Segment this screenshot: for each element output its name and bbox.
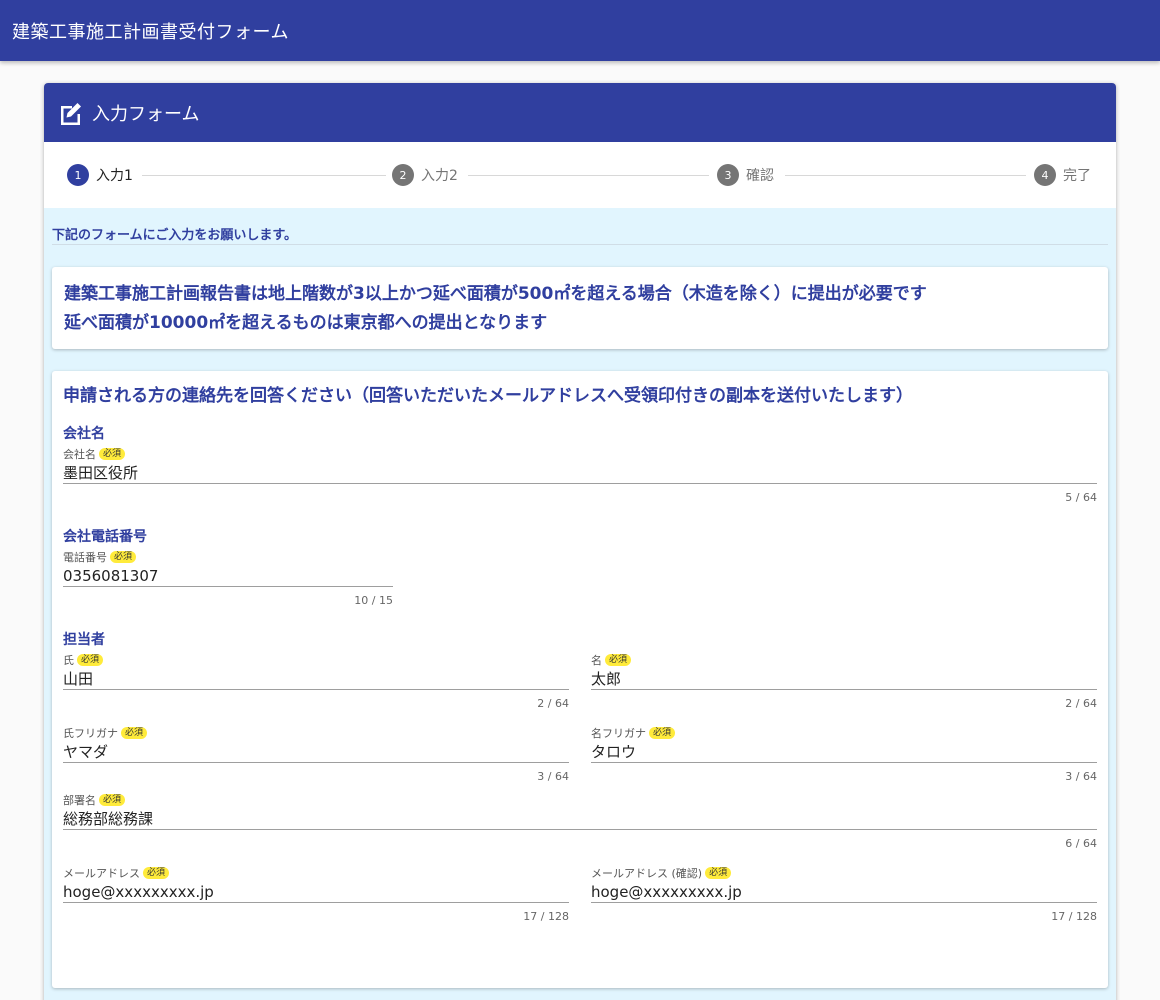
step-2[interactable]: 2 入力2: [392, 164, 458, 186]
company-name-field[interactable]: 会社名 必須 墨田区役所 5 / 64: [63, 447, 1097, 504]
step-3[interactable]: 3 確認: [717, 164, 774, 186]
required-badge: 必須: [143, 867, 170, 879]
step-label: 確認: [746, 168, 774, 184]
char-counter: 2 / 64: [537, 697, 569, 710]
char-counter: 10 / 15: [354, 594, 393, 607]
field-label: メールアドレス 必須: [63, 866, 569, 880]
required-badge: 必須: [705, 867, 732, 879]
step-label: 入力1: [96, 168, 133, 184]
department-field[interactable]: 部署名 必須 総務部総務課 6 / 64: [63, 793, 1097, 850]
form-content: 下記のフォームにご入力をお願いします。 建築工事施工計画報告書は地上階数が3以上…: [44, 208, 1116, 1000]
step-connector: [785, 175, 1026, 176]
required-badge: 必須: [99, 794, 126, 806]
field-label: 氏フリガナ 必須: [63, 726, 569, 740]
section-person: 担当者: [63, 632, 105, 648]
edit-icon: [61, 102, 81, 125]
char-counter: 6 / 64: [1065, 837, 1097, 850]
label-text: メールアドレス: [63, 867, 140, 880]
required-badge: 必須: [77, 654, 104, 666]
step-connector: [142, 175, 386, 176]
app-bar: 建築工事施工計画書受付フォーム: [0, 0, 1160, 61]
field-label: 部署名 必須: [63, 793, 1097, 807]
label-text: 名: [591, 654, 602, 667]
first-name-input[interactable]: 太郎: [591, 668, 1097, 690]
field-label: 会社名 必須: [63, 447, 1097, 461]
notice-line: 延べ面積が10000㎡を超えるものは東京都への提出となります: [64, 313, 548, 333]
char-counter: 17 / 128: [523, 910, 569, 923]
app-title: 建築工事施工計画書受付フォーム: [12, 21, 289, 43]
label-text: 電話番号: [63, 551, 107, 564]
last-name-field[interactable]: 氏 必須 山田 2 / 64: [63, 653, 569, 710]
email-field[interactable]: メールアドレス 必須 hoge@xxxxxxxxx.jp 17 / 128: [63, 866, 569, 923]
name-row: 氏 必須 山田 2 / 64 名 必須 太郎 2 / 64: [63, 647, 1097, 710]
label-text: メールアドレス (確認): [591, 867, 703, 880]
required-badge: 必須: [649, 727, 676, 739]
last-kana-field[interactable]: 氏フリガナ 必須 ヤマダ 3 / 64: [63, 726, 569, 783]
card-title: 入力フォーム: [92, 103, 200, 125]
required-badge: 必須: [99, 448, 126, 460]
field-label: 電話番号 必須: [63, 550, 393, 564]
notice-card: 建築工事施工計画報告書は地上階数が3以上かつ延べ面積が500㎡を超える場合（木造…: [52, 267, 1108, 349]
step-number: 1: [67, 164, 89, 186]
step-4[interactable]: 4 完了: [1034, 164, 1091, 186]
stepper: 1 入力1 2 入力2 3 確認 4 完了: [44, 142, 1116, 208]
step-number: 4: [1034, 164, 1056, 186]
char-counter: 5 / 64: [1065, 491, 1097, 504]
intro-text: 下記のフォームにご入力をお願いします。: [52, 208, 1108, 245]
card-header: 入力フォーム: [44, 83, 1116, 142]
required-badge: 必須: [121, 727, 148, 739]
step-connector: [468, 175, 709, 176]
phone-input[interactable]: 0356081307: [63, 565, 393, 587]
step-1[interactable]: 1 入力1: [67, 164, 133, 186]
section-phone: 会社電話番号: [63, 529, 147, 545]
label-text: 氏: [63, 654, 74, 667]
email-confirm-input[interactable]: hoge@xxxxxxxxx.jp: [591, 881, 1097, 903]
field-label: 名フリガナ 必須: [591, 726, 1097, 740]
char-counter: 3 / 64: [1065, 770, 1097, 783]
char-counter: 3 / 64: [537, 770, 569, 783]
last-kana-input[interactable]: ヤマダ: [63, 741, 569, 763]
step-label: 完了: [1063, 168, 1091, 184]
kana-row: 氏フリガナ 必須 ヤマダ 3 / 64 名フリガナ 必須 タロウ 3 / 64: [63, 720, 1097, 783]
required-badge: 必須: [110, 551, 137, 563]
label-text: 会社名: [63, 448, 96, 461]
company-name-input[interactable]: 墨田区役所: [63, 462, 1097, 484]
form-heading: 申請される方の連絡先を回答ください（回答いただいたメールアドレスへ受領印付きの副…: [63, 386, 913, 406]
field-label: 氏 必須: [63, 653, 569, 667]
step-number: 3: [717, 164, 739, 186]
label-text: 氏フリガナ: [63, 727, 118, 740]
first-kana-field[interactable]: 名フリガナ 必須 タロウ 3 / 64: [591, 726, 1097, 783]
email-row: メールアドレス 必須 hoge@xxxxxxxxx.jp 17 / 128 メー…: [63, 860, 1097, 923]
last-name-input[interactable]: 山田: [63, 668, 569, 690]
field-label: メールアドレス (確認) 必須: [591, 866, 1097, 880]
field-label: 名 必須: [591, 653, 1097, 667]
label-text: 部署名: [63, 794, 96, 807]
label-text: 名フリガナ: [591, 727, 646, 740]
department-input[interactable]: 総務部総務課: [63, 808, 1097, 830]
char-counter: 17 / 128: [1051, 910, 1097, 923]
first-name-field[interactable]: 名 必須 太郎 2 / 64: [591, 653, 1097, 710]
step-label: 入力2: [421, 168, 458, 184]
email-input[interactable]: hoge@xxxxxxxxx.jp: [63, 881, 569, 903]
notice-line: 建築工事施工計画報告書は地上階数が3以上かつ延べ面積が500㎡を超える場合（木造…: [64, 284, 927, 304]
phone-field[interactable]: 電話番号 必須 0356081307 10 / 15: [63, 550, 393, 607]
step-number: 2: [392, 164, 414, 186]
email-confirm-field[interactable]: メールアドレス (確認) 必須 hoge@xxxxxxxxx.jp 17 / 1…: [591, 866, 1097, 923]
contact-form: 申請される方の連絡先を回答ください（回答いただいたメールアドレスへ受領印付きの副…: [52, 371, 1108, 988]
form-card-container: 入力フォーム 1 入力1 2 入力2 3 確認 4 完了 下記のフォームにご入力…: [44, 83, 1116, 1000]
first-kana-input[interactable]: タロウ: [591, 741, 1097, 763]
char-counter: 2 / 64: [1065, 697, 1097, 710]
section-company: 会社名: [63, 426, 105, 442]
required-badge: 必須: [605, 654, 632, 666]
